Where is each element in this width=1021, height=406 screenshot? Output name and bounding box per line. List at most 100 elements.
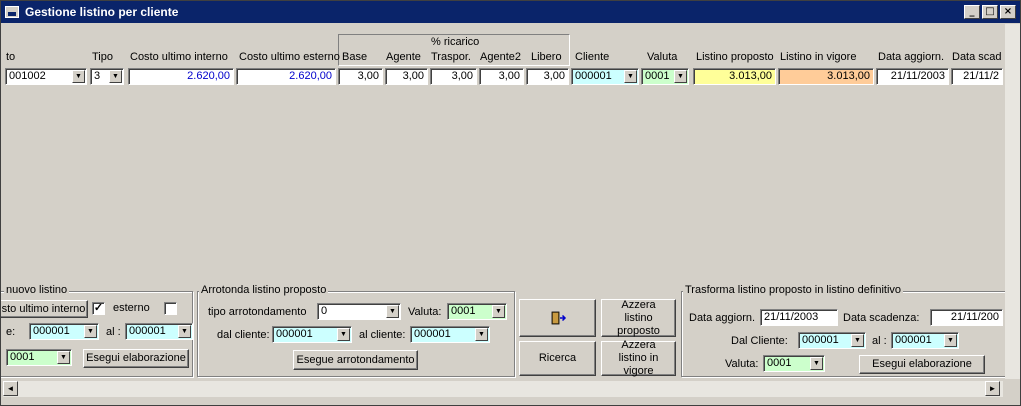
- col-header-data-scadenza: Data scad: [952, 51, 1002, 63]
- arrotonda-al-cliente-label: al cliente:: [359, 329, 406, 341]
- esegue-arrotondamento-button[interactable]: Esegue arrotondamento: [293, 350, 418, 370]
- vertical-scrollbar[interactable]: [1005, 24, 1020, 379]
- al-cliente-combo[interactable]: 000001 ▼: [125, 323, 193, 340]
- costo-interno-field[interactable]: 2.620,00: [128, 68, 234, 85]
- arrotonda-valuta-combo[interactable]: 0001 ▼: [447, 303, 507, 320]
- trasforma-data-aggiorn-label: Data aggiorn.: [689, 312, 756, 324]
- interno-checkbox[interactable]: ✓: [92, 302, 105, 315]
- articolo-combo[interactable]: 001002 ▼: [5, 68, 87, 85]
- ricarico-agente2-field[interactable]: 3,00: [479, 68, 524, 85]
- da-cliente-label: e:: [6, 326, 16, 338]
- table-row[interactable]: 001002 ▼ 3 ▼ 2.620,00 2.620,00 3,00 3,00…: [3, 66, 1003, 87]
- listino-proposto-field[interactable]: 3.013,00: [693, 68, 776, 85]
- chevron-down-icon[interactable]: ▼: [57, 351, 70, 364]
- esterno-label: esterno: [113, 302, 150, 314]
- col-header-data-aggiorn: Data aggiorn.: [878, 51, 945, 63]
- tipo-value: 3: [94, 70, 101, 82]
- nuovo-valuta-combo[interactable]: 0001 ▼: [6, 349, 72, 366]
- nuovo-listino-group-label: nuovo listino: [4, 284, 70, 296]
- ricarico-libero-field[interactable]: 3,00: [526, 68, 569, 85]
- chevron-down-icon[interactable]: ▼: [851, 334, 864, 347]
- costo-esterno-field[interactable]: 2.620,00: [236, 68, 336, 85]
- valuta-value: 0001: [645, 70, 670, 82]
- trasforma-al-cliente-combo[interactable]: 000001 ▼: [891, 332, 959, 349]
- ricarico-traspor-field[interactable]: 3,00: [430, 68, 477, 85]
- da-cliente-combo[interactable]: 000001 ▼: [29, 323, 99, 340]
- esegui-elaborazione-button[interactable]: Esegui elaborazione: [83, 349, 189, 368]
- dal-cliente-combo[interactable]: 000001 ▼: [272, 326, 352, 343]
- cliente-combo[interactable]: 000001 ▼: [571, 68, 639, 85]
- ricarico-header-label: % ricarico: [431, 36, 480, 48]
- dal-cliente-label: dal cliente:: [217, 329, 270, 341]
- valuta-combo[interactable]: 0001 ▼: [641, 68, 689, 85]
- chevron-down-icon[interactable]: ▼: [178, 325, 191, 338]
- cliente-value: 000001: [575, 70, 612, 82]
- scroll-left-arrow-icon[interactable]: ◄: [3, 381, 18, 396]
- col-header-agente2: Agente2: [480, 51, 521, 63]
- azzera-listino-proposto-button[interactable]: Azzera listino proposto: [601, 299, 676, 337]
- tipo-combo[interactable]: 3 ▼: [90, 68, 124, 85]
- arrotonda-al-cliente-combo[interactable]: 000001 ▼: [410, 326, 490, 343]
- al-cliente-value: 000001: [129, 325, 166, 337]
- trasforma-dal-cliente-label: Dal Cliente:: [731, 335, 788, 347]
- nuovo-valuta-value: 0001: [10, 351, 35, 363]
- maximize-button[interactable]: □: [982, 5, 998, 19]
- chevron-down-icon[interactable]: ▼: [84, 325, 97, 338]
- ricarico-agente-field[interactable]: 3,00: [385, 68, 428, 85]
- col-header-articolo: to: [6, 51, 16, 63]
- trasforma-data-aggiorn-field[interactable]: 21/11/2003: [760, 309, 838, 326]
- chevron-down-icon[interactable]: ▼: [624, 70, 637, 83]
- chevron-down-icon[interactable]: ▼: [810, 357, 823, 370]
- col-header-base: Base: [342, 51, 368, 63]
- horizontal-scrollbar[interactable]: ◄ ►: [3, 381, 1003, 397]
- costo-interno-button[interactable]: sto ultimo interno: [1, 300, 88, 318]
- trasforma-data-scadenza-field[interactable]: 21/11/200: [930, 309, 1003, 326]
- ricarico-base-field[interactable]: 3,00: [338, 68, 383, 85]
- scroll-right-arrow-icon[interactable]: ►: [985, 381, 1000, 396]
- chevron-down-icon[interactable]: ▼: [386, 305, 399, 318]
- col-header-libero: Libero: [531, 51, 562, 63]
- esterno-checkbox[interactable]: [164, 302, 177, 315]
- trasforma-valuta-combo[interactable]: 0001 ▼: [763, 355, 825, 372]
- arrotonda-group-label: Arrotonda listino proposto: [199, 284, 329, 296]
- col-header-traspor: Traspor.: [431, 51, 471, 63]
- tipo-arrotondamento-combo[interactable]: 0 ▼: [317, 303, 401, 320]
- arrotonda-valuta-label: Valuta:: [408, 306, 442, 318]
- trasforma-al-cliente-value: 000001: [895, 334, 932, 346]
- close-button[interactable]: ×: [1000, 5, 1016, 19]
- arrotonda-al-cliente-value: 000001: [414, 328, 451, 340]
- col-header-listino-proposto: Listino proposto: [696, 51, 774, 63]
- chevron-down-icon[interactable]: ▼: [475, 328, 488, 341]
- col-header-agente: Agente: [386, 51, 421, 63]
- articolo-value: 001002: [9, 70, 46, 82]
- trasforma-al-label: al :: [872, 335, 887, 347]
- col-header-listino-vigore: Listino in vigore: [780, 51, 857, 63]
- col-header-costo-interno: Costo ultimo interno: [130, 51, 228, 63]
- azzera-listino-vigore-button[interactable]: Azzera listino in vigore: [601, 339, 676, 377]
- exit-button[interactable]: [519, 299, 596, 337]
- exit-door-icon: [551, 311, 566, 325]
- col-header-cliente: Cliente: [575, 51, 610, 63]
- chevron-down-icon[interactable]: ▼: [337, 328, 350, 341]
- trasforma-valuta-label: Valuta:: [725, 358, 759, 370]
- data-scadenza-field[interactable]: 21/11/2: [951, 68, 1003, 85]
- trasforma-dal-cliente-value: 000001: [802, 334, 839, 346]
- trasforma-dal-cliente-combo[interactable]: 000001 ▼: [798, 332, 866, 349]
- window-title: Gestione listino per cliente: [25, 5, 179, 19]
- chevron-down-icon[interactable]: ▼: [109, 70, 122, 83]
- tipo-arrotondamento-value: 0: [321, 305, 328, 317]
- listino-vigore-field[interactable]: 3.013,00: [778, 68, 874, 85]
- trasforma-valuta-value: 0001: [767, 357, 792, 369]
- data-aggiorn-field[interactable]: 21/11/2003: [876, 68, 949, 85]
- col-header-tipo: Tipo: [92, 51, 113, 63]
- arrotonda-valuta-value: 0001: [451, 305, 476, 317]
- tipo-arrotondamento-label: tipo arrotondamento: [208, 306, 307, 318]
- chevron-down-icon[interactable]: ▼: [72, 70, 85, 83]
- chevron-down-icon[interactable]: ▼: [944, 334, 957, 347]
- ricerca-button[interactable]: Ricerca: [519, 341, 596, 376]
- chevron-down-icon[interactable]: ▼: [674, 70, 687, 83]
- title-bar[interactable]: Gestione listino per cliente _ □ ×: [1, 1, 1020, 23]
- chevron-down-icon[interactable]: ▼: [492, 305, 505, 318]
- trasforma-esegui-button[interactable]: Esegui elaborazione: [859, 355, 985, 374]
- minimize-button[interactable]: _: [964, 5, 980, 19]
